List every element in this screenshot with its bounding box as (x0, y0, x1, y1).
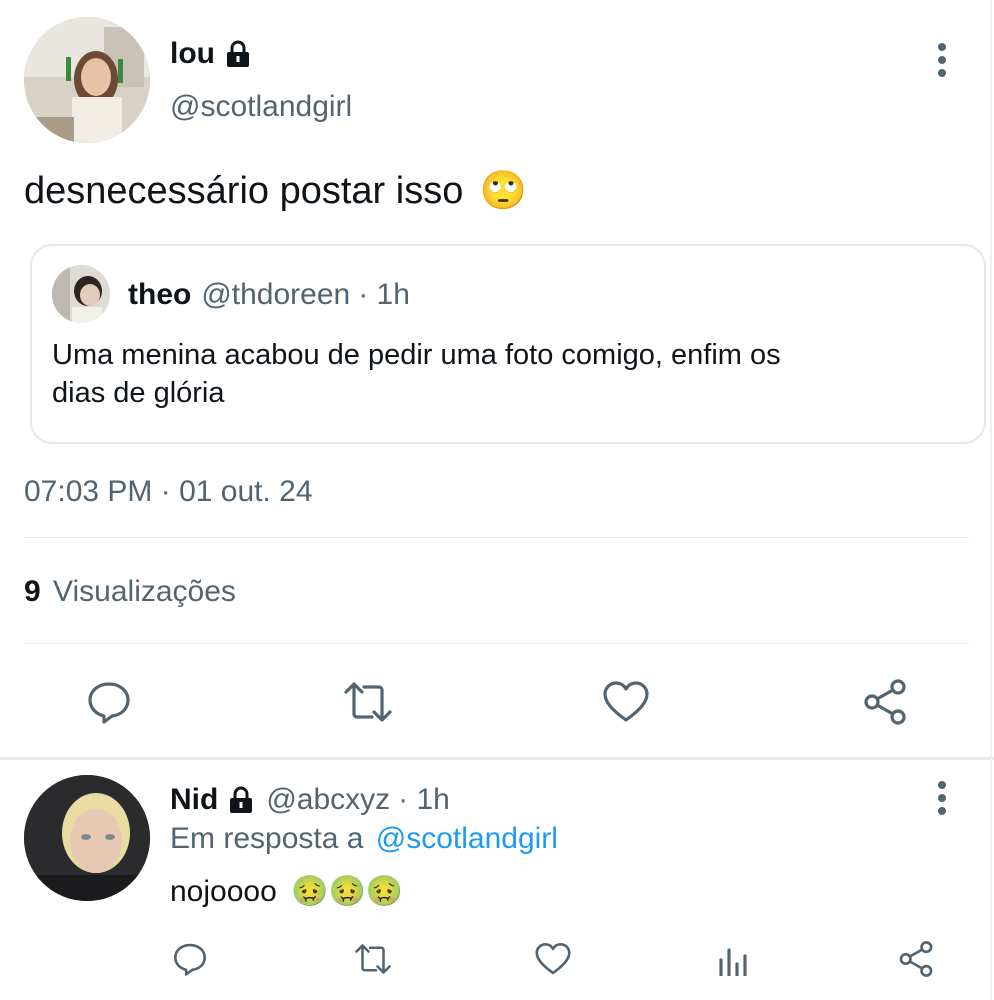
reply-author-handle[interactable]: @abcxyz (266, 783, 390, 817)
quoted-time: · 1h (358, 278, 410, 311)
reply-share-icon[interactable] (896, 940, 936, 978)
nauseated-emoji: 🤢🤢🤢 (291, 874, 404, 909)
reply-text-body: nojoooo (170, 875, 277, 908)
views-label: Visualizações (53, 575, 236, 608)
divider (24, 643, 969, 644)
views-row: 9 Visualizações (24, 574, 236, 610)
reply-time: · 1h (398, 783, 450, 816)
share-icon[interactable] (860, 678, 910, 726)
more-options-icon[interactable] (930, 42, 954, 78)
author-handle[interactable]: @scotlandgirl (170, 88, 352, 126)
reply-icon[interactable] (86, 680, 132, 724)
divider (24, 537, 969, 538)
eye-roll-emoji: 🙄 (479, 168, 528, 212)
reply-like-icon[interactable] (534, 942, 572, 976)
reply-text: nojoooo 🤢🤢🤢 (170, 872, 403, 912)
avatar[interactable] (24, 17, 150, 143)
reply-more-options-icon[interactable] (930, 780, 954, 816)
quoted-avatar[interactable] (52, 265, 110, 323)
views-count: 9 (24, 575, 41, 608)
reply-reply-icon[interactable] (172, 942, 208, 976)
like-icon[interactable] (602, 680, 650, 724)
quoted-text-line-1: Uma menina acabou de pedir uma foto comi… (52, 339, 781, 371)
lock-icon (226, 786, 256, 814)
replying-to-link[interactable]: @scotlandgirl (376, 822, 558, 855)
tweet-text: desnecessário postar isso 🙄 (24, 166, 527, 215)
quoted-author-name[interactable]: theo (128, 278, 191, 312)
reply-avatar[interactable] (24, 775, 150, 901)
replying-to-label: Em resposta a (170, 822, 364, 855)
quoted-avatar-photo (52, 265, 110, 323)
quoted-text-line-2: dias de glória (52, 377, 225, 409)
analytics-icon[interactable] (716, 942, 750, 976)
tweet-text-body: desnecessário postar isso (24, 170, 464, 212)
replying-to: Em resposta a @scotlandgirl (170, 821, 558, 857)
reply-author-name[interactable]: Nid (170, 783, 218, 817)
author-name[interactable]: lou (170, 37, 215, 71)
reply-avatar-photo (24, 775, 150, 901)
quoted-author-handle[interactable]: @thdoreen (201, 278, 350, 312)
retweet-icon[interactable] (340, 680, 396, 724)
reply-retweet-icon[interactable] (352, 942, 394, 976)
tweet-timestamp: 07:03 PM · 01 out. 24 (24, 475, 313, 508)
quoted-text: Uma menina acabou de pedir uma foto comi… (52, 336, 781, 412)
lock-icon (223, 40, 253, 68)
avatar-photo (24, 17, 150, 143)
section-separator (0, 757, 994, 760)
right-edge-line (990, 0, 992, 1000)
